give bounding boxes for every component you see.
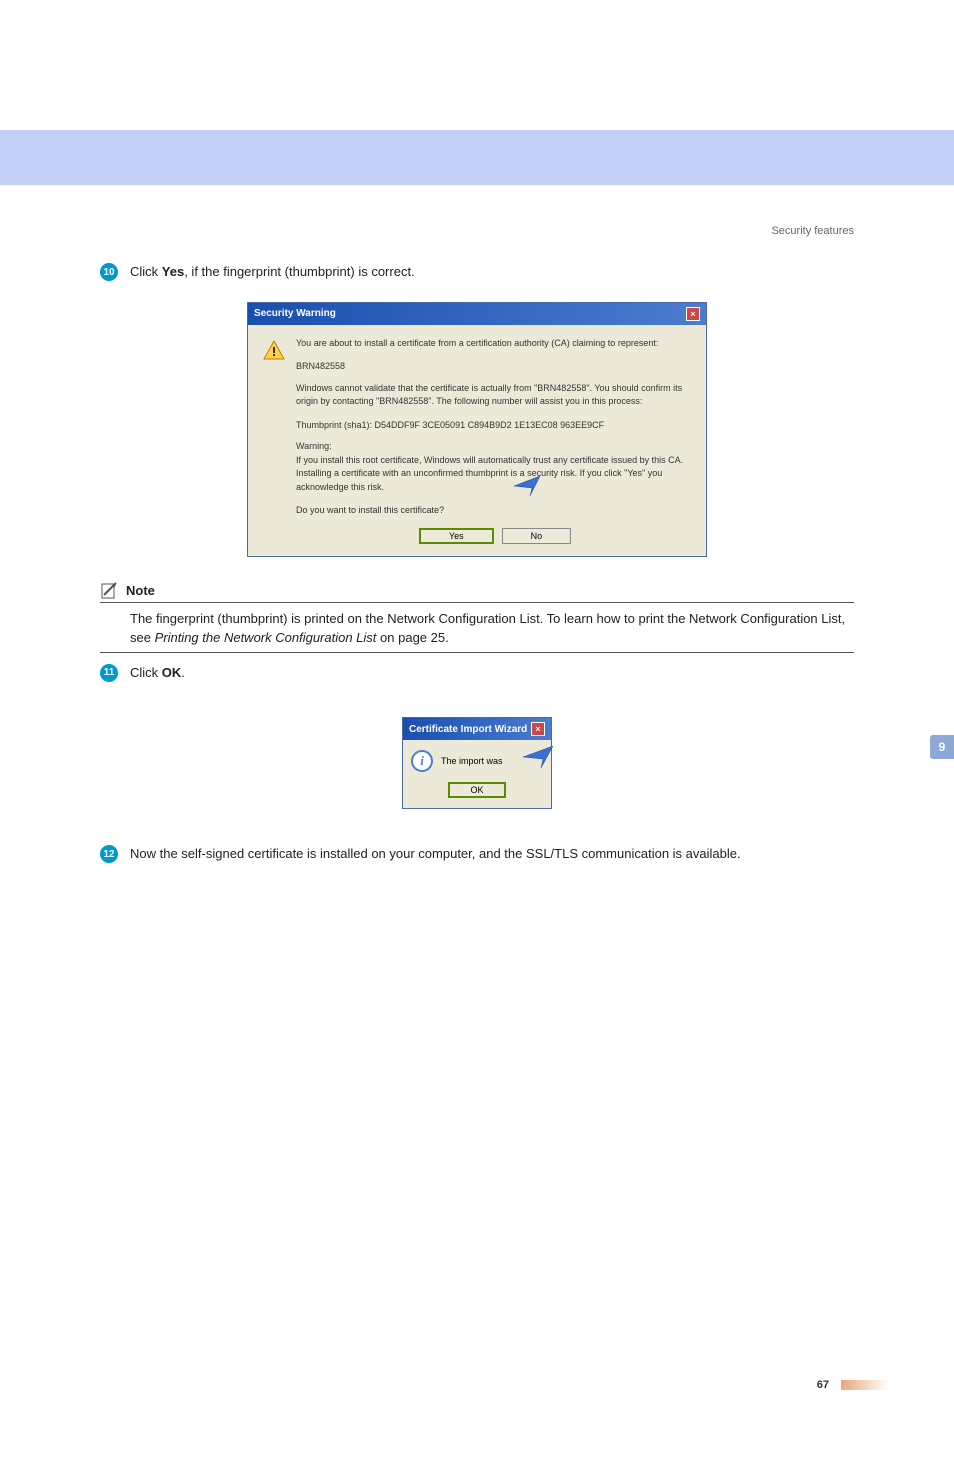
dialog-title: Security Warning [254, 308, 336, 319]
top-banner [0, 130, 954, 185]
step-12: 12 Now the self-signed certificate is in… [100, 844, 854, 864]
security-warning-dialog: Security Warning × You are about to inst… [247, 302, 707, 557]
page-bar [841, 1380, 889, 1390]
close-icon[interactable]: × [531, 722, 545, 736]
warning-icon [262, 339, 286, 363]
page-footer: 67 [817, 1379, 889, 1391]
info-icon: i [411, 750, 433, 772]
step-badge-11: 11 [100, 664, 118, 682]
cert-dialog-title: Certificate Import Wizard [409, 724, 527, 735]
cert-message: The import was [441, 756, 503, 766]
section-header: Security features [100, 225, 854, 237]
step-11: 11 Click OK. [100, 663, 854, 683]
ok-button[interactable]: OK [448, 782, 505, 798]
close-icon[interactable]: × [686, 307, 700, 321]
step-10: 10 Click Yes, if the fingerprint (thumbp… [100, 262, 854, 282]
note-icon [100, 582, 118, 600]
step-12-text: Now the self-signed certificate is insta… [130, 844, 741, 864]
step-11-text: Click OK. [130, 663, 185, 683]
cert-import-dialog: Certificate Import Wizard × i The import… [402, 717, 552, 809]
note-header: Note [100, 582, 854, 600]
dialog-body: You are about to install a certificate f… [296, 337, 694, 544]
step-10-text: Click Yes, if the fingerprint (thumbprin… [130, 262, 415, 282]
arrow-icon [523, 746, 553, 770]
divider [100, 652, 854, 653]
page-number: 67 [817, 1379, 829, 1391]
note-label: Note [126, 583, 155, 598]
note-body: The fingerprint (thumbprint) is printed … [100, 603, 854, 652]
yes-button[interactable]: Yes [419, 528, 494, 544]
dialog-titlebar: Security Warning × [248, 303, 706, 325]
cert-dialog-titlebar: Certificate Import Wizard × [403, 718, 551, 740]
step-badge-10: 10 [100, 263, 118, 281]
step-badge-12: 12 [100, 845, 118, 863]
no-button[interactable]: No [502, 528, 572, 544]
dialog-buttons: Yes No [296, 528, 694, 544]
chapter-tab: 9 [930, 735, 954, 759]
